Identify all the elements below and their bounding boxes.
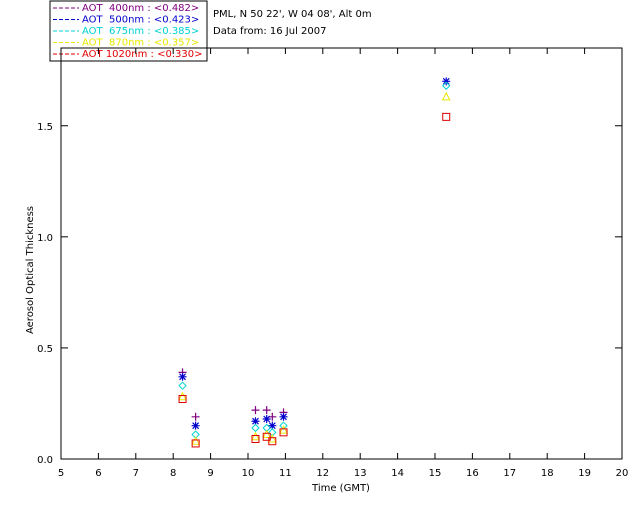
data-point — [251, 406, 260, 415]
legend-label: AOT 400nm : <0.482> — [82, 3, 199, 14]
x-tick-label: 13 — [354, 468, 367, 479]
legend-label: AOT 870nm : <0.357> — [82, 38, 199, 49]
data-point — [262, 406, 271, 415]
y-tick-label: 1.5 — [37, 122, 53, 133]
x-tick-label: 20 — [616, 468, 629, 479]
x-tick-label: 8 — [170, 468, 176, 479]
y-tick-label: 1.0 — [37, 233, 53, 244]
aot-chart: AOT 400nm : <0.482>AOT 500nm : <0.423>AO… — [25, 0, 628, 494]
data-point — [442, 112, 451, 121]
x-tick-label: 18 — [541, 468, 554, 479]
data-point — [191, 421, 200, 430]
x-tick-label: 17 — [503, 468, 516, 479]
station-info: PML, N 50 22', W 04 08', Alt 0m — [213, 9, 372, 20]
data-point — [191, 412, 200, 421]
data-point — [251, 431, 260, 441]
plot-frame — [60, 47, 623, 460]
data-point — [178, 381, 187, 390]
data-point — [441, 91, 451, 101]
y-tick-label: 0.0 — [37, 455, 53, 466]
data-point — [279, 428, 288, 437]
data-point — [251, 423, 260, 433]
data-points — [178, 77, 451, 448]
data-point — [191, 436, 200, 445]
x-tick-label: 11 — [279, 468, 292, 479]
axis-ticks: 5 6 7 8 9 10 11 12 13 14 15 16 17 18 19 20 0.0 0.5 1.0 1.5 — [37, 48, 628, 479]
x-tick-label: 5 — [58, 468, 64, 479]
data-point — [442, 77, 451, 86]
x-tick-label: 15 — [429, 468, 442, 479]
data-point — [262, 415, 271, 424]
x-tick-label: 6 — [95, 468, 101, 479]
y-tick-label: 0.5 — [37, 344, 53, 355]
x-axis-label: Time (GMT) — [311, 483, 370, 494]
date-info: Data from: 16 Jul 2007 — [213, 26, 326, 37]
x-tick-label: 12 — [316, 468, 329, 479]
x-tick-label: 16 — [466, 468, 479, 479]
data-point — [279, 412, 288, 421]
data-point — [251, 435, 260, 444]
legend-label: AOT 500nm : <0.423> — [82, 15, 199, 26]
data-point — [178, 391, 187, 401]
x-tick-label: 10 — [242, 468, 255, 479]
x-tick-label: 9 — [207, 468, 213, 479]
legend-label: AOT 1020nm : <0.330> — [82, 49, 202, 60]
data-point — [178, 395, 187, 404]
y-axis-label: Aerosol Optical Thickness — [25, 206, 36, 334]
x-tick-label: 14 — [391, 468, 404, 479]
data-point — [178, 372, 187, 381]
legend-label: AOT 675nm : <0.385> — [82, 26, 199, 37]
legend: AOT 400nm : <0.482>AOT 500nm : <0.423>AO… — [49, 0, 208, 62]
x-tick-label: 7 — [133, 468, 139, 479]
x-tick-label: 19 — [578, 468, 591, 479]
data-point — [191, 439, 200, 448]
